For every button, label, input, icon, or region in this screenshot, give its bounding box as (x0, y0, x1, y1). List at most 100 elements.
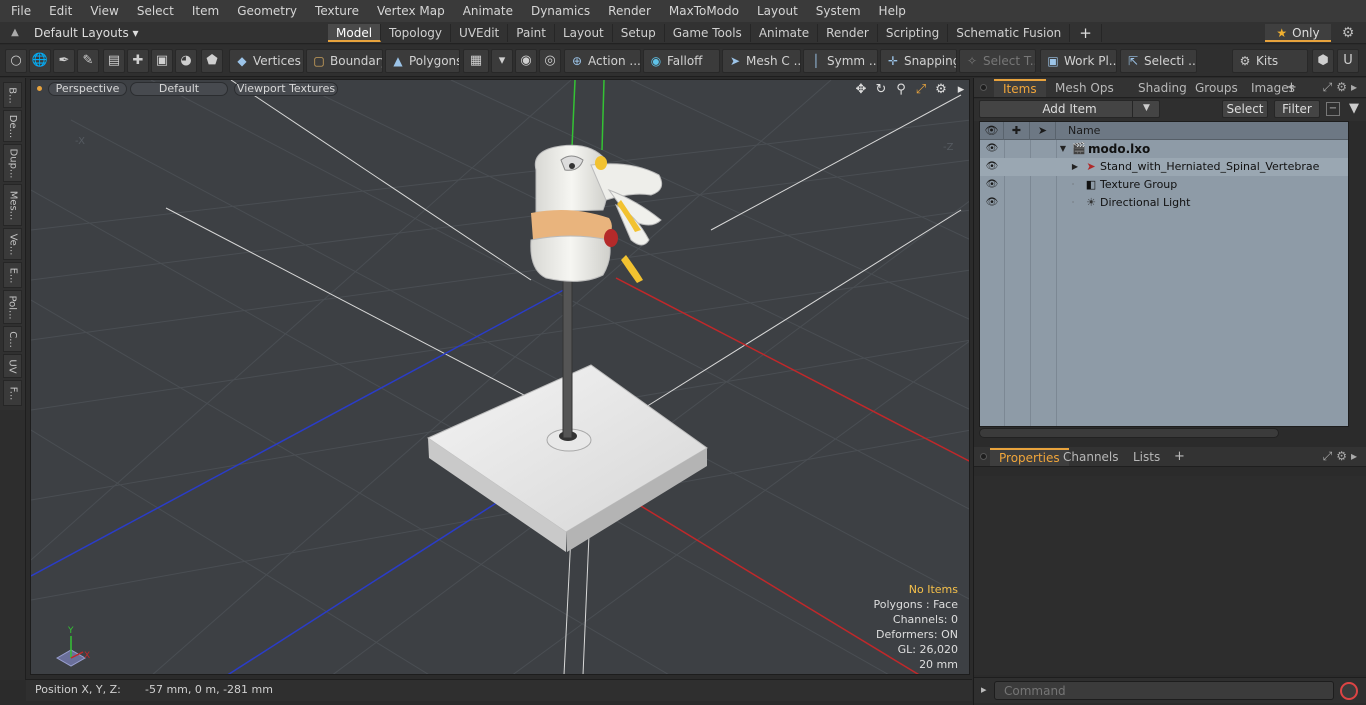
left-tab-fusion[interactable]: F... (3, 380, 22, 406)
action-center-button[interactable]: ⊕ Action ... (564, 49, 641, 73)
item-row-scene[interactable]: 👁 ▼ 🎬 modo.lxo (980, 140, 1348, 158)
viewport-gear-icon[interactable]: ⚙ (931, 82, 951, 98)
panel-options-icons[interactable]: ⤢⚙▸ (1323, 80, 1361, 95)
menu-select[interactable]: Select (126, 0, 181, 22)
menu-file[interactable]: File (0, 0, 38, 22)
tab-model[interactable]: Model (328, 24, 382, 42)
select-circle-icon[interactable]: ○ (5, 49, 27, 73)
viewport-menu-dot-icon[interactable] (37, 86, 42, 91)
falloff-button[interactable]: ◉ Falloff (643, 49, 720, 73)
zoom-icon[interactable]: ⚲ (891, 82, 911, 98)
chevron-down-icon[interactable]: ▾ (491, 49, 513, 73)
pen-icon[interactable]: ✒ (53, 49, 75, 73)
viewport-expand-icon[interactable]: ▸ (951, 82, 969, 98)
only-button[interactable]: ★ Only (1265, 24, 1331, 42)
command-history-icon[interactable]: ▸ (981, 683, 987, 696)
pan-icon[interactable]: ✥ (851, 82, 871, 98)
properties-panel-menu-icon[interactable] (980, 453, 987, 460)
3d-viewport[interactable]: -X -Z Y X Perspective Default Viewport T… (30, 79, 970, 675)
tab-groups[interactable]: Groups (1186, 79, 1247, 97)
menu-vertex-map[interactable]: Vertex Map (366, 0, 452, 22)
menu-animate[interactable]: Animate (452, 0, 520, 22)
left-tab-polygon[interactable]: Pol... (3, 290, 22, 324)
command-input[interactable] (994, 681, 1334, 700)
tab-items[interactable]: Items (994, 79, 1046, 97)
tab-channels[interactable]: Channels (1054, 448, 1128, 466)
items-panel-menu-icon[interactable] (980, 84, 987, 91)
pivot-shield-icon[interactable]: ◎ (539, 49, 561, 73)
menu-geometry[interactable]: Geometry (226, 0, 304, 22)
add-tab-icon[interactable]: + (1070, 24, 1102, 42)
tab-schematic-fusion[interactable]: Schematic Fusion (948, 24, 1071, 42)
left-tab-edge[interactable]: E... (3, 262, 22, 288)
left-tab-curve[interactable]: C... (3, 326, 22, 352)
menu-layout[interactable]: Layout (746, 0, 805, 22)
symmetry-shield-icon[interactable]: ◉ (515, 49, 537, 73)
unity-icon[interactable]: ⬢ (1312, 49, 1334, 73)
snapping-button[interactable]: ✛ Snapping (880, 49, 957, 73)
tab-topology[interactable]: Topology (381, 24, 452, 42)
shading-dropdown[interactable]: Default (130, 82, 228, 96)
visibility-column-icon[interactable]: 👁 (980, 122, 1004, 140)
polygons-button[interactable]: ▲ Polygons (385, 49, 460, 73)
tab-lists[interactable]: Lists (1124, 448, 1169, 466)
globe-icon[interactable]: 🌐 (29, 49, 51, 73)
menu-help[interactable]: Help (868, 0, 913, 22)
menu-dynamics[interactable]: Dynamics (520, 0, 597, 22)
tab-mesh-ops[interactable]: Mesh Ops (1046, 79, 1123, 97)
brush-icon[interactable]: ✎ (77, 49, 99, 73)
name-column-header[interactable]: Name (1056, 122, 1348, 140)
unreal-icon[interactable]: U (1337, 49, 1359, 73)
select-through-button[interactable]: ✧ Select T... (959, 49, 1036, 73)
align-icon[interactable]: ▤ (103, 49, 125, 73)
properties-options-icons[interactable]: ⤢⚙▸ (1323, 449, 1361, 464)
layout-switcher-icon[interactable]: ▲ (8, 26, 22, 40)
element-icon[interactable]: ▣ (151, 49, 173, 73)
tab-scripting[interactable]: Scripting (878, 24, 949, 42)
mesh-constraint-button[interactable]: ➤ Mesh C ... (722, 49, 801, 73)
left-tab-basic[interactable]: B... (3, 82, 22, 108)
collapse-icon[interactable]: − (1326, 102, 1340, 116)
tab-animate[interactable]: Animate (751, 24, 819, 42)
tab-paint[interactable]: Paint (508, 24, 555, 42)
record-macro-icon[interactable] (1340, 682, 1358, 700)
left-tab-mesh-edit[interactable]: Mes... (3, 184, 22, 226)
select-button[interactable]: Select (1222, 100, 1268, 118)
items-list[interactable]: 👁 ✚ ➤ Name 👁 ▼ 🎬 modo.lxo 👁 ▶ ➤ Stand_wi… (979, 121, 1349, 427)
item-row-directional-light[interactable]: 👁 · ☀ Directional Light (980, 194, 1348, 212)
gear-icon[interactable]: ⚙ (1340, 25, 1356, 41)
item-mode-icon[interactable]: ⬟ (201, 49, 223, 73)
symmetry-button[interactable]: │ Symm ... (803, 49, 878, 73)
tab-game-tools[interactable]: Game Tools (665, 24, 751, 42)
add-properties-tab-icon[interactable]: + (1174, 449, 1185, 464)
left-tab-deform[interactable]: De... (3, 110, 22, 142)
add-panel-tab-icon[interactable]: + (1286, 80, 1297, 95)
menu-maxtomodo[interactable]: MaxToModo (658, 0, 746, 22)
items-horizontal-scrollbar[interactable] (979, 428, 1279, 438)
menu-texture[interactable]: Texture (304, 0, 366, 22)
tab-setup[interactable]: Setup (613, 24, 665, 42)
falloff-circle-icon[interactable]: ◕ (175, 49, 197, 73)
item-row-mesh[interactable]: 👁 ▶ ➤ Stand_with_Herniated_Spinal_Verteb… (980, 158, 1348, 176)
menu-render[interactable]: Render (597, 0, 658, 22)
work-plane-button[interactable]: ▣ Work Pl... (1040, 49, 1117, 73)
expand-triangle-icon[interactable]: ▶ (1070, 158, 1080, 176)
maximize-icon[interactable]: ⤢ (911, 82, 931, 98)
type-column-icon[interactable]: ➤ (1030, 122, 1056, 140)
viewport-textures-dropdown[interactable]: Viewport Textures (234, 82, 338, 96)
lock-column-icon[interactable]: ✚ (1004, 122, 1030, 140)
visibility-eye-icon[interactable]: 👁 (982, 194, 1002, 212)
rotate-icon[interactable]: ↻ (871, 82, 891, 98)
left-tab-vertex[interactable]: Ve... (3, 228, 22, 260)
menu-view[interactable]: View (79, 0, 125, 22)
view-mode-dropdown[interactable]: Perspective (48, 82, 127, 96)
boundary-button[interactable]: ▢ Boundary (306, 49, 383, 73)
visibility-eye-icon[interactable]: 👁 (982, 176, 1002, 194)
item-row-texture-group[interactable]: 👁 · ◧ Texture Group (980, 176, 1348, 194)
tab-layout[interactable]: Layout (555, 24, 613, 42)
vertices-button[interactable]: ◆ Vertices (229, 49, 304, 73)
funnel-icon[interactable]: ▼ (1346, 100, 1362, 118)
layouts-dropdown[interactable]: Default Layouts ▾ (34, 25, 139, 41)
collapse-triangle-icon[interactable]: ▼ (1058, 140, 1068, 158)
menu-system[interactable]: System (805, 0, 868, 22)
